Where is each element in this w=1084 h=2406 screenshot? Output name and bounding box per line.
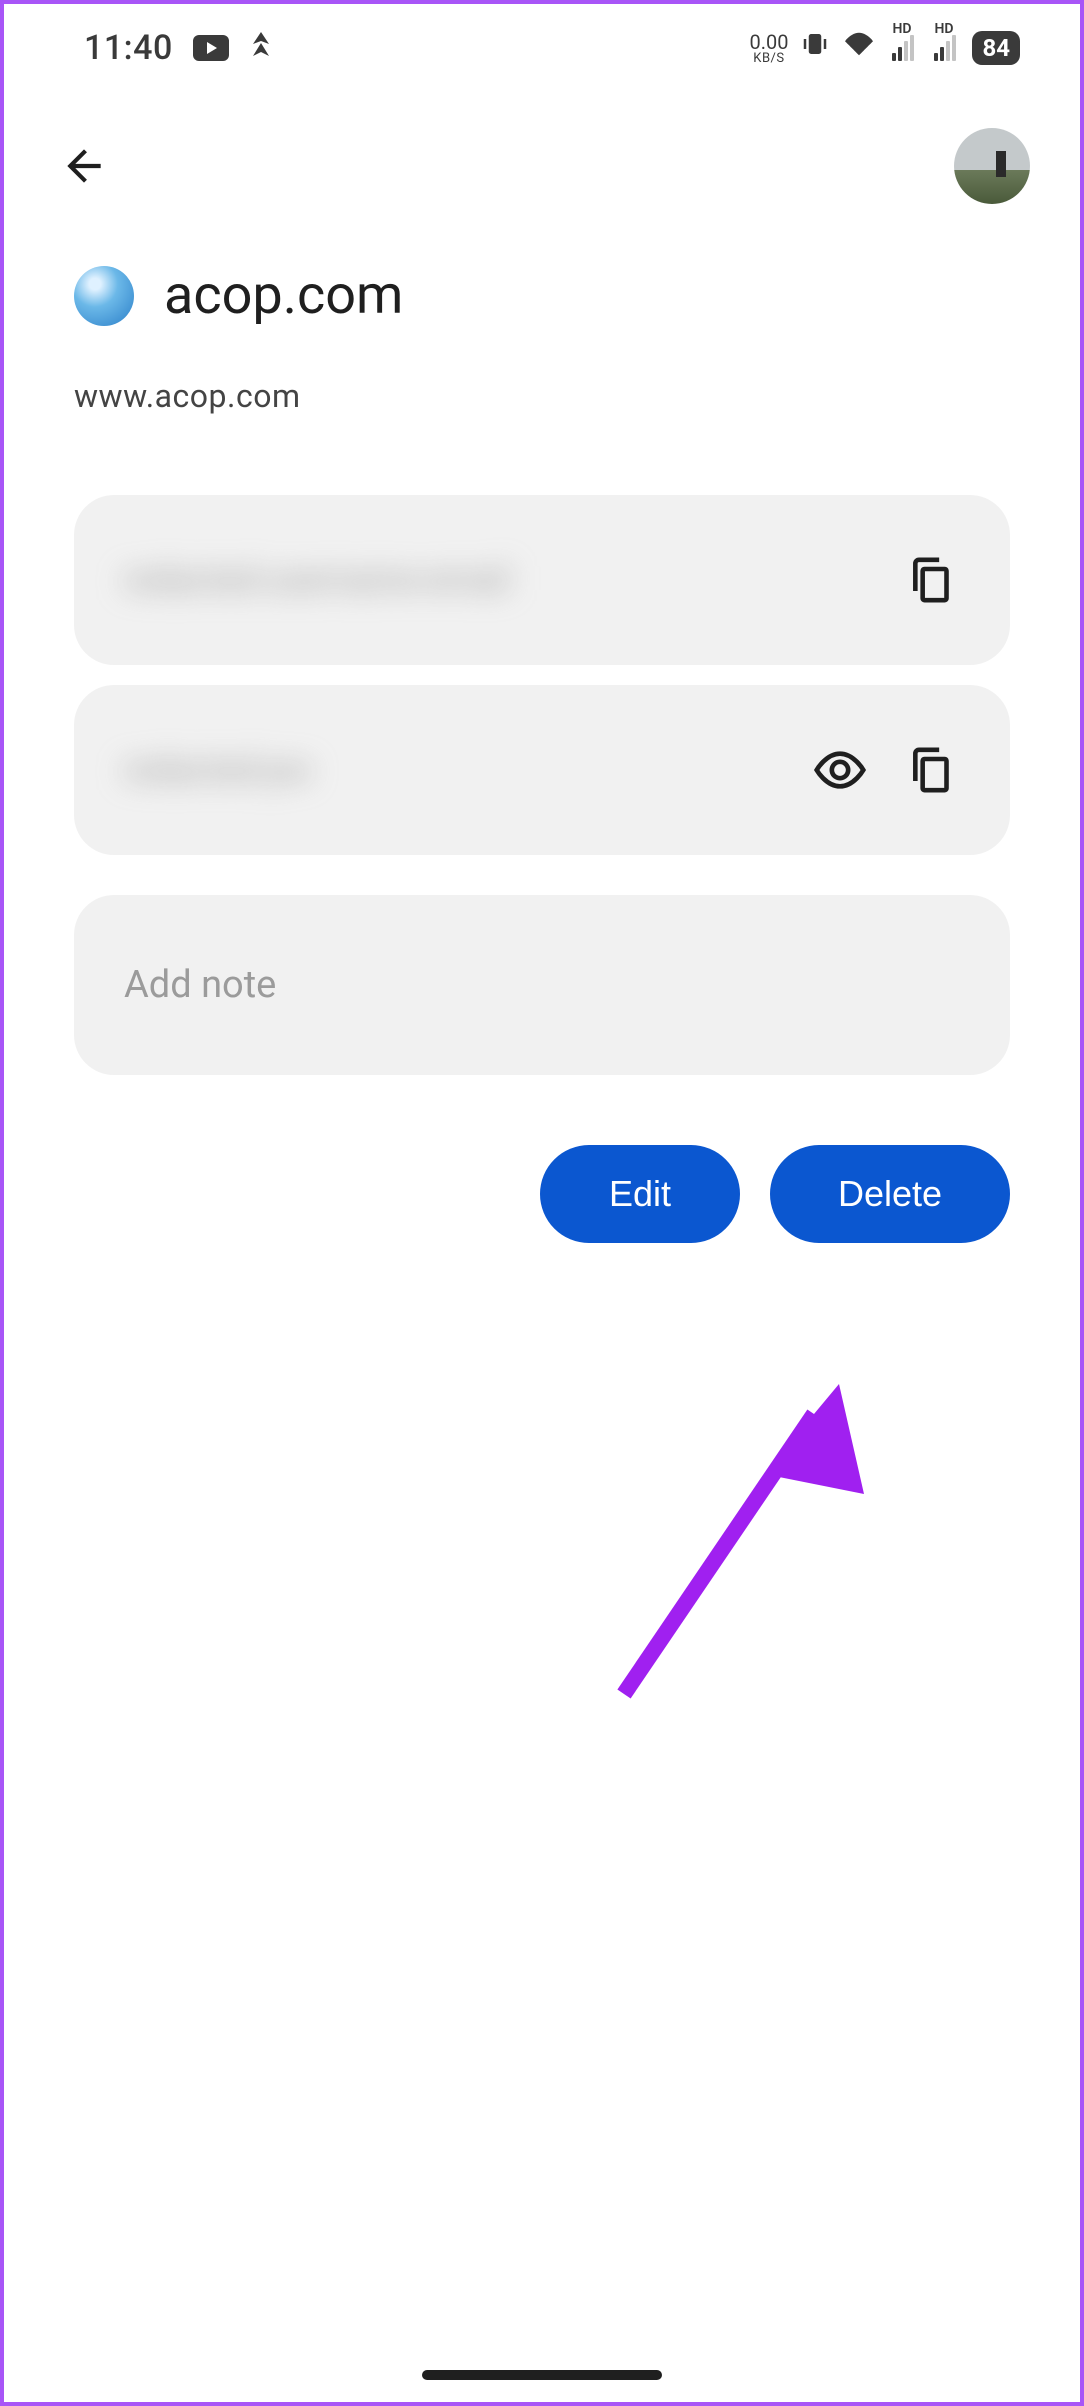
note-field[interactable]: Add note (74, 895, 1010, 1075)
vibrate-icon (800, 29, 830, 67)
copy-password-button[interactable] (900, 740, 960, 800)
app-header (4, 78, 1080, 234)
signal-2: HD (934, 35, 956, 61)
globe-icon (74, 266, 134, 326)
show-password-button[interactable] (810, 740, 870, 800)
home-indicator[interactable] (422, 2370, 662, 2380)
eye-icon (812, 750, 868, 790)
note-placeholder: Add note (124, 963, 276, 1007)
copy-icon (908, 554, 952, 606)
youtube-icon (193, 35, 229, 61)
wifi-icon (842, 30, 876, 66)
copy-icon (908, 744, 952, 796)
status-time: 11:40 (84, 28, 173, 68)
battery-indicator: 84 (972, 31, 1020, 65)
arrow-left-icon (59, 141, 109, 191)
profile-avatar[interactable] (954, 128, 1030, 204)
username-field[interactable]: redacted-username-email (74, 495, 1010, 665)
site-url: www.acop.com (74, 377, 1010, 415)
site-title: acop.com (164, 264, 403, 327)
action-row: Edit Delete (4, 1075, 1080, 1243)
status-bar: 11:40 0.00 KB/S HD HD (4, 4, 1080, 78)
annotation-arrow (614, 1384, 874, 1704)
password-field[interactable]: redacted-pw (74, 685, 1010, 855)
username-value: redacted-username-email (124, 560, 870, 600)
data-rate: 0.00 KB/S (749, 32, 788, 65)
password-value: redacted-pw (124, 750, 404, 790)
location-icon (249, 30, 273, 67)
back-button[interactable] (54, 136, 114, 196)
signal-1: HD (892, 35, 914, 61)
copy-username-button[interactable] (900, 550, 960, 610)
site-section: acop.com www.acop.com (4, 234, 1080, 435)
edit-button[interactable]: Edit (540, 1145, 740, 1243)
delete-button[interactable]: Delete (770, 1145, 1010, 1243)
